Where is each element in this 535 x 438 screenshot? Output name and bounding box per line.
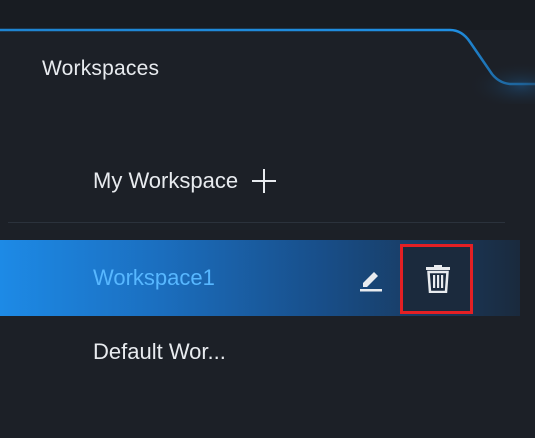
workspaces-panel: Workspaces My Workspace Workspace1 Defau… [0, 0, 535, 438]
workspace-label: Default Wor... [93, 339, 226, 364]
workspace-item-workspace1[interactable]: Workspace1 [0, 240, 520, 316]
plus-icon[interactable] [252, 169, 277, 193]
tab-workspaces[interactable]: Workspaces [42, 57, 159, 81]
my-workspace-header: My Workspace [93, 168, 277, 194]
pencil-icon[interactable] [357, 264, 385, 292]
delete-workspace-button[interactable] [400, 244, 473, 314]
workspace-item-default[interactable]: Default Wor... [0, 322, 520, 382]
trash-icon [426, 265, 450, 293]
my-workspace-label: My Workspace [93, 168, 239, 193]
workspace-label: Workspace1 [93, 265, 215, 290]
divider [8, 222, 505, 223]
